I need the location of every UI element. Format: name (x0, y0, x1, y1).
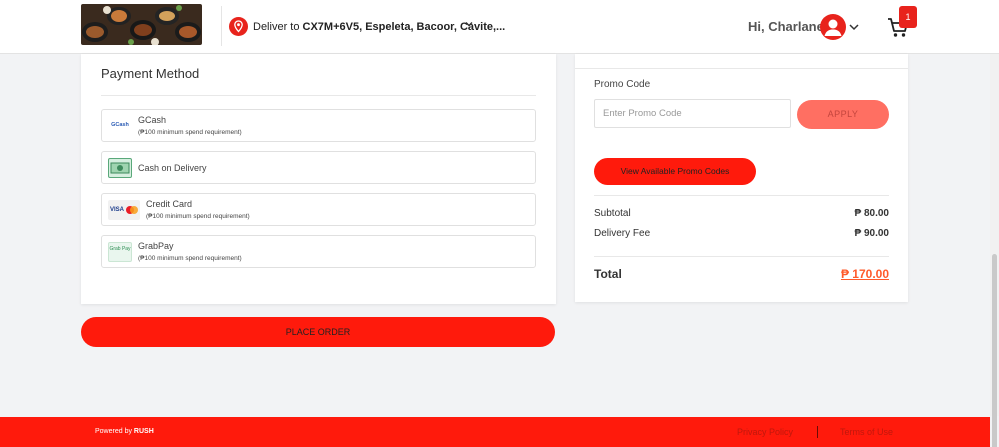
payment-option-name: GrabPay (138, 241, 174, 251)
powered-by-prefix: Powered by (95, 428, 132, 435)
subtotal-label: Subtotal (594, 208, 631, 219)
payment-option-credit-card[interactable]: VISA Credit Card (₱100 minimum spend req… (101, 193, 536, 226)
payment-option-note: (₱100 minimum spend requirement) (138, 255, 242, 262)
food-banner-image (81, 4, 202, 45)
total-value: ₱ 170.00 (840, 267, 889, 281)
privacy-policy-link[interactable]: Privacy Policy (737, 427, 793, 437)
subtotal-value: ₱ 80.00 (854, 208, 889, 219)
grabpay-logo-icon: Grab Pay (108, 242, 132, 262)
payment-divider (101, 95, 536, 96)
payment-option-name: Cash on Delivery (138, 163, 207, 173)
user-menu-chevron-down-icon[interactable] (849, 23, 859, 34)
payment-method-title: Payment Method (101, 66, 200, 81)
powered-by: Powered by RUSH (95, 428, 154, 435)
restaurant-logo[interactable] (81, 4, 202, 45)
promo-code-label: Promo Code (594, 79, 651, 90)
gcash-logo-icon: GCash (111, 122, 129, 128)
promo-code-input[interactable] (594, 99, 791, 128)
address-chevron-down-icon[interactable] (465, 20, 473, 31)
deliver-prefix: Deliver to (253, 21, 300, 33)
visa-mastercard-icon: VISA (108, 200, 140, 220)
terms-of-use-link[interactable]: Terms of Use (840, 427, 893, 437)
page-scrollbar[interactable] (990, 54, 999, 447)
user-greeting: Hi, Charlane (748, 19, 824, 34)
payment-option-note: (₱100 minimum spend requirement) (138, 129, 242, 136)
payment-option-cash-on-delivery[interactable]: Cash on Delivery (101, 151, 536, 184)
order-summary-card: Promo Code APPLY View Available Promo Co… (575, 54, 908, 302)
user-avatar-icon[interactable] (820, 14, 846, 40)
payment-option-note: (₱100 minimum spend requirement) (146, 213, 250, 220)
deliver-address-text: CX7M+6V5, Espeleta, Bacoor, Cavite,... (302, 21, 506, 33)
payment-method-card: Payment Method GCash GCash (₱100 minimum… (81, 54, 556, 304)
payment-option-name: Credit Card (146, 199, 193, 209)
delivery-fee-value: ₱ 90.00 (854, 228, 889, 239)
location-pin-icon[interactable] (229, 17, 248, 36)
footer-link-divider (817, 426, 818, 438)
apply-promo-button[interactable]: APPLY (797, 100, 889, 129)
payment-option-grabpay[interactable]: Grab Pay GrabPay (₱100 minimum spend req… (101, 235, 536, 268)
delivery-fee-label: Delivery Fee (594, 228, 651, 239)
page-footer: Powered by RUSH Privacy Policy Terms of … (0, 417, 990, 447)
payment-option-gcash[interactable]: GCash GCash (₱100 minimum spend requirem… (101, 109, 536, 142)
cash-icon (108, 158, 132, 178)
total-label: Total (594, 267, 622, 281)
powered-by-brand: RUSH (133, 428, 154, 435)
summary-divider (594, 256, 889, 257)
summary-top-divider (575, 68, 908, 69)
view-promo-codes-button[interactable]: View Available Promo Codes (594, 158, 756, 185)
payment-option-name: GCash (138, 115, 167, 125)
top-header: Deliver to CX7M+6V5, Espeleta, Bacoor, C… (0, 0, 999, 54)
scrollbar-thumb[interactable] (992, 254, 997, 447)
summary-divider (594, 195, 889, 196)
cart-count-badge: 1 (899, 6, 917, 28)
header-divider (221, 6, 222, 46)
place-order-button[interactable]: PLACE ORDER (81, 317, 555, 347)
visa-mark: VISA (110, 207, 125, 213)
